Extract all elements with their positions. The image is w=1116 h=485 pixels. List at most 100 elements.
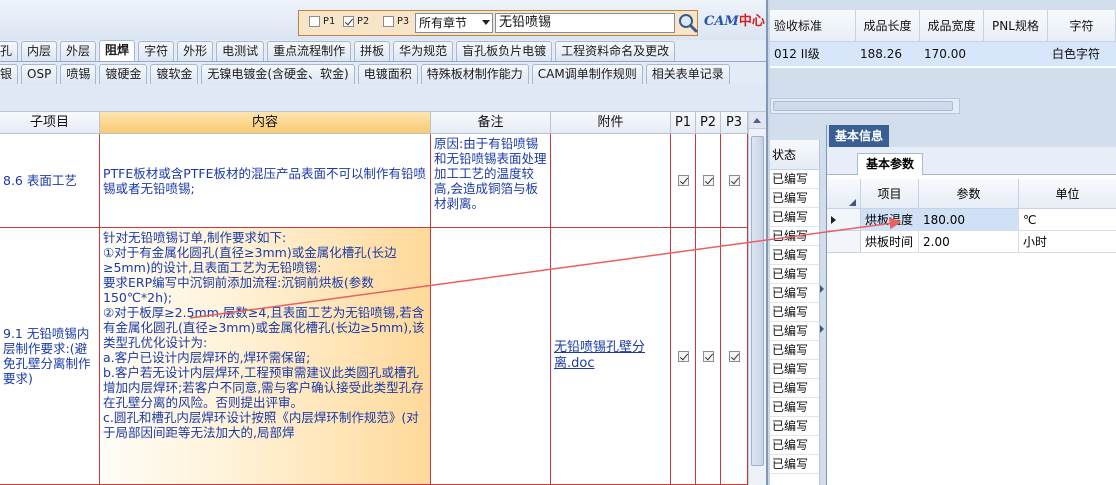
col-header-param[interactable]: 参数: [919, 179, 1019, 209]
table-row-2-sub[interactable]: 9.1 无铅喷锡内层制作要求:(避免孔壁分离制作要求): [0, 228, 100, 485]
list-item[interactable]: 已编写: [770, 227, 819, 246]
params-corner[interactable]: [827, 179, 861, 209]
tab-4[interactable]: 镀软金: [150, 64, 199, 84]
p2-checkbox[interactable]: [343, 16, 354, 27]
scroll-thumb[interactable]: [751, 136, 764, 466]
table-row-2-p1[interactable]: [671, 228, 696, 485]
p2-filter[interactable]: P2: [343, 16, 369, 27]
col-header-p2[interactable]: P2: [696, 112, 721, 134]
hscroll-thumb[interactable]: [773, 101, 953, 111]
list-item[interactable]: 已编写: [770, 341, 819, 360]
tab-7[interactable]: 重点流程制作: [267, 41, 352, 61]
tab-8[interactable]: 拼板: [354, 41, 391, 61]
table-row-2-p3[interactable]: [721, 228, 748, 485]
table-row-2-content[interactable]: 针对无铅喷锡订单,制作要求如下: ①对于有金属化圆孔(直径≥3mm)或金属化槽孔…: [100, 228, 431, 485]
list-item[interactable]: 已编写: [770, 417, 819, 436]
tab-0[interactable]: 孔: [0, 41, 19, 61]
table-row-1-p2[interactable]: [696, 134, 721, 228]
col-header-pnl[interactable]: PNL规格: [984, 10, 1048, 42]
p3-check[interactable]: [728, 350, 740, 362]
search-input[interactable]: 无铅喷锡: [495, 13, 675, 33]
p1-checkbox[interactable]: [309, 16, 320, 27]
list-item[interactable]: 已编写: [770, 360, 819, 379]
list-item[interactable]: 已编写: [770, 379, 819, 398]
p2-check[interactable]: [702, 175, 714, 186]
order-hscrollbar[interactable]: [770, 98, 960, 114]
tab-5[interactable]: 无镍电镀金(含硬金、软金): [201, 64, 355, 84]
status-header[interactable]: 状态: [770, 140, 819, 170]
col-header-p3[interactable]: P3: [721, 112, 748, 134]
tab-4[interactable]: 字符: [138, 41, 175, 61]
table-row-2-attachment[interactable]: 无铅喷锡孔壁分离.doc: [551, 228, 671, 485]
col-header-remark[interactable]: 备注: [431, 112, 551, 134]
tab-10[interactable]: 盲孔板负片电镀: [456, 41, 553, 61]
param-value[interactable]: 2.00: [919, 231, 1019, 253]
tab-2[interactable]: 外层: [60, 41, 97, 61]
list-item[interactable]: 已编写: [770, 322, 819, 341]
p3-filter[interactable]: P3: [383, 16, 409, 27]
table-row-2-remark[interactable]: [431, 228, 551, 485]
list-item[interactable]: 已编写: [770, 436, 819, 455]
param-value[interactable]: 180.00: [919, 209, 1019, 231]
tab-0[interactable]: 银: [0, 64, 19, 84]
table-row-1-attachment[interactable]: [551, 134, 671, 228]
p3-checkbox[interactable]: [383, 16, 394, 27]
tab-1[interactable]: 内层: [21, 41, 58, 61]
col-header-length[interactable]: 成品长度: [856, 10, 920, 42]
scroll-up-icon[interactable]: [749, 112, 766, 129]
list-item[interactable]: 已编写: [770, 246, 819, 265]
param-unit[interactable]: 小时: [1019, 231, 1116, 253]
search-button[interactable]: [677, 12, 699, 34]
param-item[interactable]: 烘板温度: [861, 209, 919, 231]
tab-5[interactable]: 外形: [177, 41, 214, 61]
table-row-1-p1[interactable]: [671, 134, 696, 228]
table-row-1-sub[interactable]: 8.6 表面工艺: [0, 134, 100, 228]
p3-check[interactable]: [728, 175, 740, 186]
list-item[interactable]: 已编写: [770, 455, 819, 474]
tab-8[interactable]: CAM调单制作规则: [531, 64, 643, 84]
tab-3[interactable]: 阻焊: [99, 40, 136, 61]
col-header-standard[interactable]: 验收标准: [770, 10, 856, 42]
grid-scrollbar[interactable]: [748, 112, 766, 485]
order-length[interactable]: 188.26: [856, 42, 920, 66]
col-header-p1[interactable]: P1: [671, 112, 696, 134]
list-item[interactable]: 已编写: [770, 284, 819, 303]
p1-check[interactable]: [677, 175, 689, 186]
tab-6[interactable]: 电测试: [216, 41, 265, 61]
list-item[interactable]: 已编写: [770, 189, 819, 208]
order-pnl[interactable]: [984, 42, 1048, 66]
tab-basic-info[interactable]: 基本信息: [829, 125, 890, 147]
table-row-1-remark[interactable]: 原因:由于有铅喷锡和无铅喷锡表面处理加工工艺的温度较高,会造成铜箔与板材剥离。: [431, 134, 551, 228]
col-header-content[interactable]: 内容: [100, 112, 431, 134]
tab-6[interactable]: 电镀面积: [357, 64, 418, 84]
row-indicator[interactable]: [827, 231, 861, 253]
row-indicator[interactable]: [827, 209, 861, 231]
col-header-sub[interactable]: 子项目: [0, 112, 100, 134]
tab-basic-params[interactable]: 基本参数: [857, 153, 924, 175]
order-char[interactable]: 白色字符: [1048, 42, 1116, 66]
tab-11[interactable]: 工程资料命名及更改: [555, 41, 676, 61]
list-item[interactable]: 已编写: [770, 398, 819, 417]
param-unit[interactable]: ℃: [1019, 209, 1116, 231]
col-header-char[interactable]: 字符: [1048, 10, 1116, 42]
tab-3[interactable]: 镀硬金: [99, 64, 148, 84]
list-item[interactable]: 已编写: [770, 170, 819, 189]
tab-9[interactable]: 相关表单记录: [645, 64, 730, 84]
chapter-select[interactable]: 所有章节: [415, 13, 493, 33]
param-item[interactable]: 烘板时间: [861, 231, 919, 253]
tab-1[interactable]: OSP: [21, 64, 58, 84]
col-header-width[interactable]: 成品宽度: [920, 10, 984, 42]
col-header-item[interactable]: 项目: [861, 179, 919, 209]
list-item[interactable]: 已编写: [770, 208, 819, 227]
p2-check[interactable]: [702, 350, 714, 362]
list-item[interactable]: 已编写: [770, 303, 819, 322]
table-row-1-content[interactable]: PTFE板材或含PTFE板材的混压产品表面不可以制作有铅喷锡或者无铅喷锡;: [100, 134, 431, 228]
p1-check[interactable]: [677, 350, 689, 362]
order-standard[interactable]: 012 II级: [770, 42, 856, 66]
order-width[interactable]: 170.00: [920, 42, 984, 66]
col-header-unit[interactable]: 单位: [1019, 179, 1116, 209]
p1-filter[interactable]: P1: [309, 16, 335, 27]
tab-7[interactable]: 特殊板材制作能力: [420, 64, 529, 84]
tab-9[interactable]: 华为规范: [393, 41, 454, 61]
col-header-attachment[interactable]: 附件: [551, 112, 671, 134]
